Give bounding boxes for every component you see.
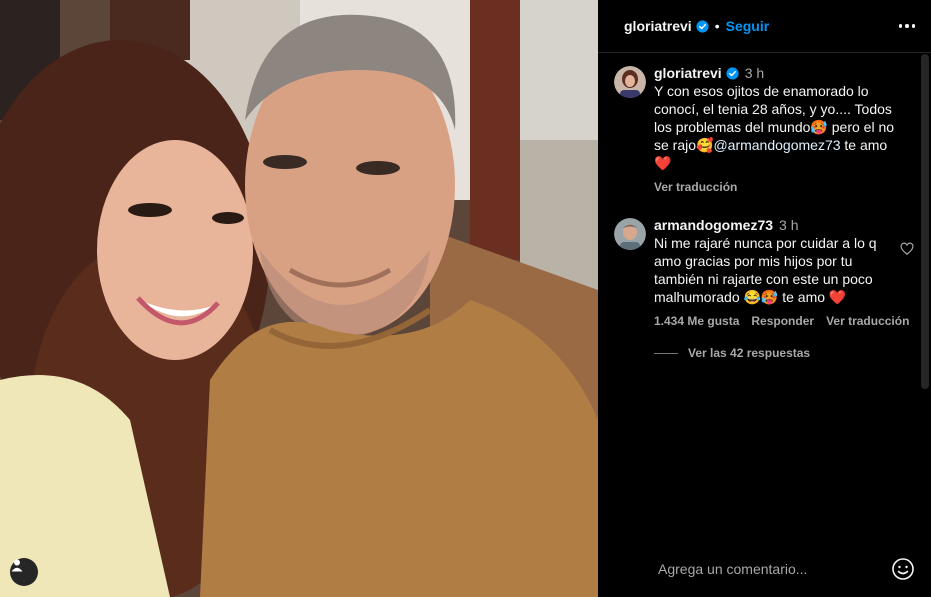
comment-time[interactable]: 3 h [779,217,798,233]
caption-translate-button[interactable]: Ver traducción [654,180,737,194]
post-photo[interactable] [0,0,598,597]
author-avatar-image [614,66,646,98]
post-side-panel: gloriatrevi • Seguir gloriatrevi 3 h Y c… [598,0,931,597]
caption-mention[interactable]: @armandogomez73 [713,137,840,153]
view-replies-button[interactable]: Ver las 42 respuestas [654,346,920,360]
comment-likes[interactable]: 1.434 Me gusta [654,314,739,328]
author-username[interactable]: gloriatrevi [624,18,692,34]
more-options-icon[interactable] [898,24,915,28]
emoji-icon[interactable] [891,557,915,581]
follow-button[interactable]: Seguir [726,18,770,34]
comment-input[interactable] [658,561,891,577]
view-replies-label: Ver las 42 respuestas [688,346,811,360]
replies-divider [654,352,678,354]
caption-meta: Ver traducción [654,180,904,194]
verified-badge-icon [726,67,739,80]
caption-text-block: gloriatrevi 3 h Y con esos ojitos de enam… [654,64,904,172]
caption-username[interactable]: gloriatrevi [654,65,722,81]
comment-meta: 1.434 Me gusta Responder Ver traducción [654,314,909,328]
caption-item: gloriatrevi 3 h Y con esos ojitos de enam… [598,54,920,194]
comment-body: armandogomez73 3 h Ni me rajaré nunca por… [654,216,909,328]
verified-badge-icon [696,19,709,33]
scrollbar-thumb[interactable] [921,54,929,389]
comment-composer [598,541,931,597]
separator-dot: • [714,18,720,34]
comment-translate-button[interactable]: Ver traducción [826,314,909,328]
comments-scrollbar[interactable] [920,54,931,544]
user-tag-button[interactable] [10,558,38,586]
comment-text: Ni me rajaré nunca por cuidar a lo q amo… [654,235,877,305]
comment-text-block: armandogomez73 3 h Ni me rajaré nunca por… [654,216,906,306]
caption-body: gloriatrevi 3 h Y con esos ojitos de enam… [654,64,904,194]
comment-reply-button[interactable]: Responder [751,314,814,328]
post-header: gloriatrevi • Seguir [598,0,931,53]
comments-list[interactable]: gloriatrevi 3 h Y con esos ojitos de enam… [598,54,920,544]
commenter-avatar-image [614,218,646,250]
caption-time[interactable]: 3 h [745,65,764,81]
comment-username[interactable]: armandogomez73 [654,217,773,233]
photo-illustration [0,0,598,597]
avatar[interactable] [614,66,646,98]
avatar[interactable] [614,218,646,250]
heart-icon[interactable] [900,242,914,256]
comment-item: armandogomez73 3 h Ni me rajaré nunca por… [598,194,920,328]
user-tag-icon [11,559,23,572]
